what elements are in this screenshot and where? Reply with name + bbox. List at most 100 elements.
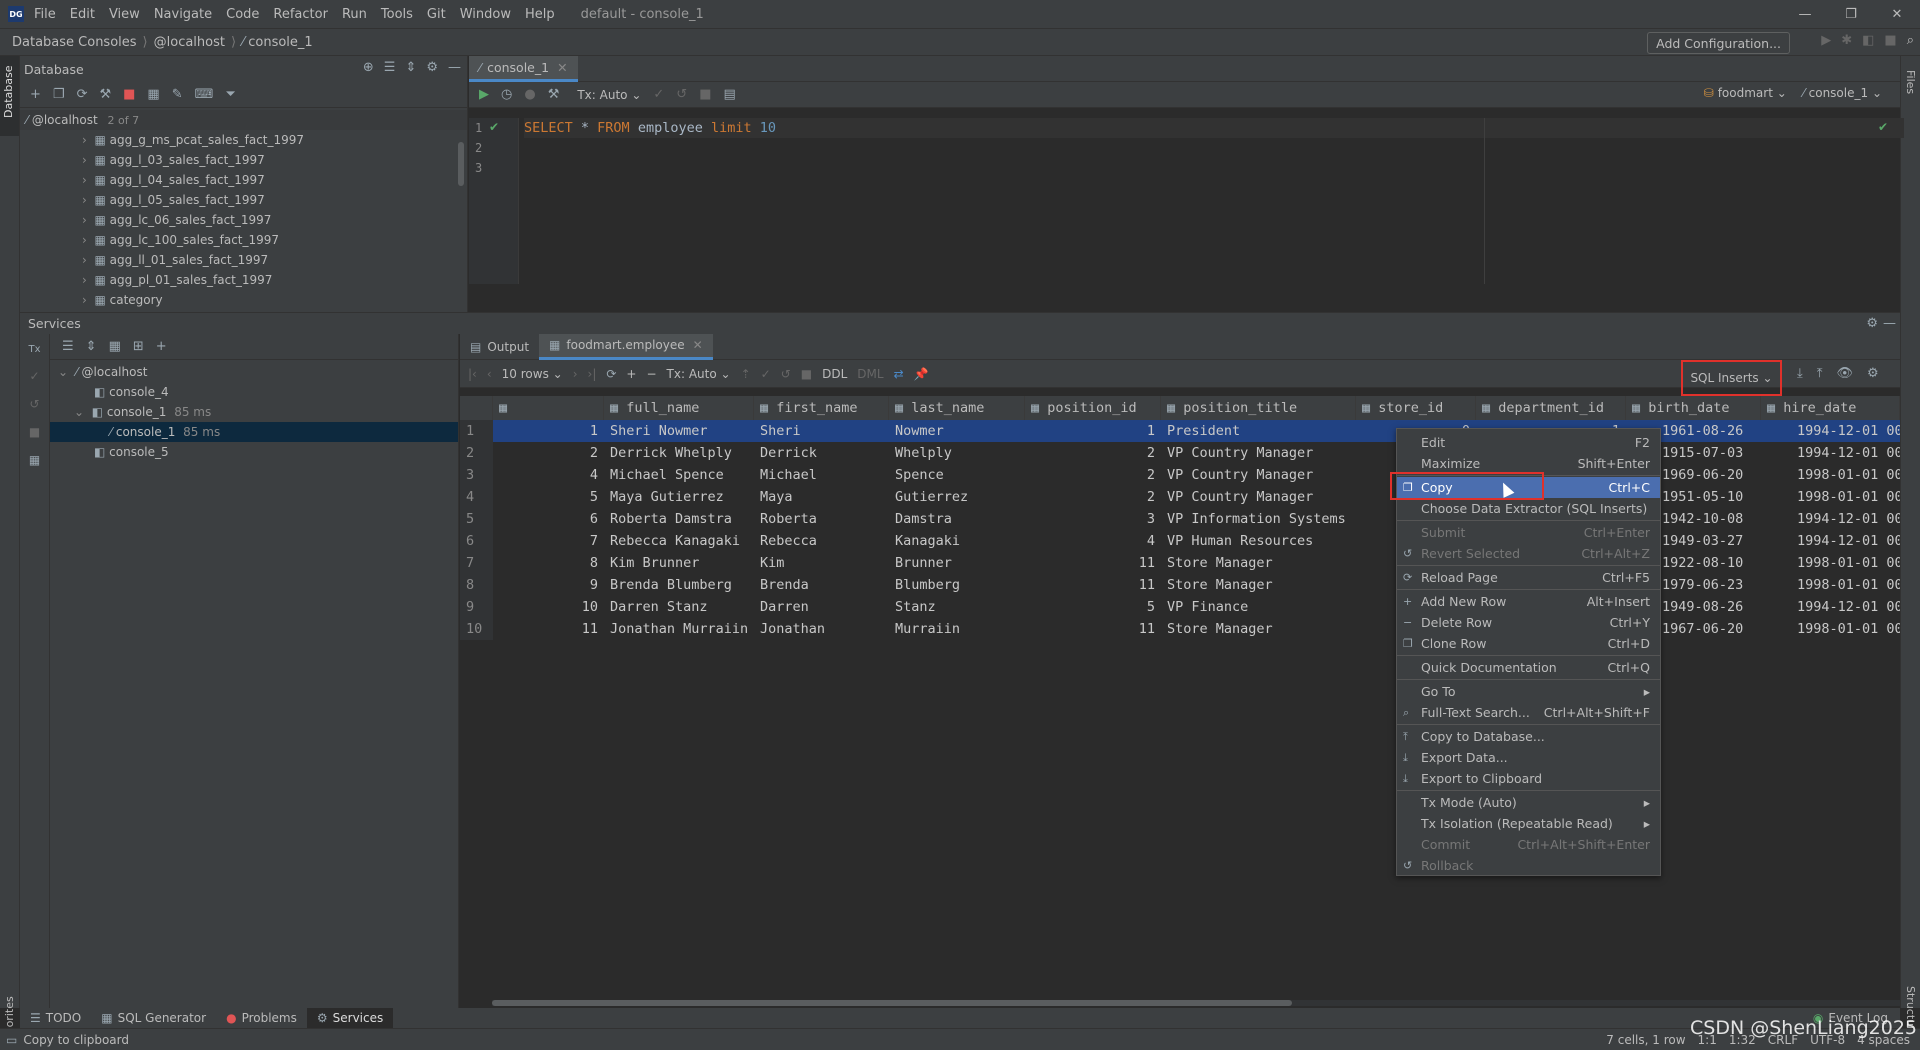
column-header-store-id[interactable]: ▦ store_id xyxy=(1356,396,1476,420)
add-service-icon[interactable]: + xyxy=(156,339,167,354)
close-icon[interactable]: ✕ xyxy=(1874,7,1920,22)
menu-item-delete-row[interactable]: − Delete Row Ctrl+Y xyxy=(1397,612,1660,633)
menu-git[interactable]: Git xyxy=(427,7,446,22)
column-header-last-name[interactable]: ▦ last_name xyxy=(889,396,1025,420)
menu-item-maximize[interactable]: Maximize Shift+Enter xyxy=(1397,453,1660,474)
schema-selector[interactable]: ⛁ foodmart ⌄ xyxy=(1704,86,1787,100)
refresh-icon[interactable]: ⟳ xyxy=(77,87,88,102)
stop-icon[interactable]: ■ xyxy=(29,425,40,439)
horizontal-scrollbar-thumb[interactable] xyxy=(492,1000,1292,1006)
target-icon[interactable]: ⊕ xyxy=(363,60,374,75)
minimize-icon[interactable]: — xyxy=(1782,7,1828,22)
group-icon[interactable]: ▦ xyxy=(109,339,121,354)
reload-icon[interactable]: ⟳ xyxy=(606,367,616,381)
close-tab-icon[interactable]: ✕ xyxy=(557,60,567,75)
collapse-all-icon[interactable]: ⇕ xyxy=(405,60,416,75)
menu-item-tx-isolation[interactable]: Tx Isolation (Repeatable Read) ▸ xyxy=(1397,813,1660,834)
tx-mode-dropdown[interactable]: Tx: Auto ⌄ xyxy=(667,367,731,381)
commit-icon[interactable]: ✓ xyxy=(761,367,771,381)
layout-icon[interactable]: ▦ xyxy=(29,453,40,467)
tab-problems[interactable]: ● Problems xyxy=(216,1008,307,1028)
menu-item-reload-page[interactable]: ⟳ Reload Page Ctrl+F5 xyxy=(1397,567,1660,588)
run-config-icon[interactable]: ▶ xyxy=(1821,33,1831,48)
export-icon[interactable]: ⤓ xyxy=(1797,366,1803,381)
page-size-dropdown[interactable]: 10 rows ⌄ xyxy=(502,367,563,381)
menu-item-tx-mode[interactable]: Tx Mode (Auto) ▸ xyxy=(1397,792,1660,813)
menu-item-commit[interactable]: Commit Ctrl+Alt+Shift+Enter xyxy=(1397,834,1660,855)
next-page-icon[interactable]: › xyxy=(573,367,578,381)
table-row[interactable]: 10 11 Jonathan Murraiin Jonathan Murraii… xyxy=(460,618,1900,640)
tree-scrollbar[interactable] xyxy=(458,142,464,186)
menu-item-export-data[interactable]: ⤓ Export Data... xyxy=(1397,747,1660,768)
tab-todo[interactable]: ☰ TODO xyxy=(20,1008,91,1028)
menu-refactor[interactable]: Refactor xyxy=(273,7,328,22)
tree-root-localhost[interactable]: ⁄ @localhost 2 of 7 xyxy=(20,110,467,130)
settings-icon[interactable]: ⚙ xyxy=(1867,366,1879,381)
stop-icon[interactable]: ■ xyxy=(123,87,135,102)
gear-icon[interactable]: ⚙ xyxy=(426,60,438,75)
search-icon[interactable]: ⌕ xyxy=(1907,33,1914,48)
tree-table[interactable]: › ▦ agg_l_05_sales_fact_1997 xyxy=(20,190,467,210)
prev-page-icon[interactable]: ‹ xyxy=(487,367,492,381)
breadcrumb-host[interactable]: @localhost xyxy=(154,35,225,50)
last-page-icon[interactable]: ›| xyxy=(588,367,597,381)
gear-icon[interactable]: ⚙ xyxy=(1866,316,1878,331)
tree-table[interactable]: › ▦ agg_l_03_sales_fact_1997 xyxy=(20,150,467,170)
menu-code[interactable]: Code xyxy=(226,7,259,22)
stop-icon[interactable]: ● xyxy=(524,87,535,102)
debug-icon[interactable]: ✱ xyxy=(1841,33,1852,48)
database-tool-tab[interactable]: Database xyxy=(2,66,15,119)
stop-icon[interactable]: ■ xyxy=(1884,33,1896,48)
column-header-first-name[interactable]: ▦ first_name xyxy=(754,396,889,420)
menu-item-add-new-row[interactable]: + Add New Row Alt+Insert xyxy=(1397,591,1660,612)
menu-item-go-to[interactable]: Go To ▸ xyxy=(1397,681,1660,702)
table-row[interactable]: 5 6 Roberta Damstra Roberta Damstra 3 VP… xyxy=(460,508,1900,530)
table-row[interactable]: 1 1 Sheri Nowmer Sheri Nowmer 1 Presiden… xyxy=(460,420,1900,442)
menu-item-full-text-search[interactable]: ⌕ Full-Text Search... Ctrl+Alt+Shift+F xyxy=(1397,702,1660,723)
tree-table[interactable]: › ▦ agg_lc_100_sales_fact_1997 xyxy=(20,230,467,250)
breadcrumb-consoles[interactable]: Database Consoles xyxy=(12,35,137,50)
tree-table[interactable]: › ▦ category xyxy=(20,290,467,310)
coverage-icon[interactable]: ◧ xyxy=(1862,33,1874,48)
files-tool-tab[interactable]: Files xyxy=(1904,70,1917,94)
menu-file[interactable]: File xyxy=(34,7,56,22)
service-session-selected[interactable]: ⁄ console_1 85 ms xyxy=(50,422,458,442)
column-header-full-name[interactable]: ▦ full_name xyxy=(604,396,754,420)
edit-icon[interactable]: ✎ xyxy=(172,87,183,102)
dml-button[interactable]: DML xyxy=(857,367,883,381)
cancel-icon[interactable]: ■ xyxy=(699,87,711,102)
output-icon[interactable]: ▤ xyxy=(723,87,735,102)
rollback-icon[interactable]: ↺ xyxy=(676,87,687,102)
add-datasource-icon[interactable]: + xyxy=(30,87,41,102)
submit-icon[interactable]: ⇡ xyxy=(741,367,751,381)
column-header-position-title[interactable]: ▦ position_title xyxy=(1161,396,1356,420)
menu-item-submit[interactable]: Submit Ctrl+Enter xyxy=(1397,522,1660,543)
ddl-button[interactable]: DDL xyxy=(822,367,847,381)
menu-edit[interactable]: Edit xyxy=(70,7,95,22)
tab-sql-generator[interactable]: ▦ SQL Generator xyxy=(91,1008,216,1028)
tx-mode-dropdown[interactable]: Tx: Auto ⌄ xyxy=(577,88,641,102)
menu-tools[interactable]: Tools xyxy=(381,7,413,22)
menu-item-quick-documentation[interactable]: Quick Documentation Ctrl+Q xyxy=(1397,657,1660,678)
import-icon[interactable]: ⤒ xyxy=(1817,366,1823,381)
pin-icon[interactable]: 📌 xyxy=(914,367,929,381)
add-configuration-button[interactable]: Add Configuration... xyxy=(1647,32,1790,54)
menu-item-export-to-clipboard[interactable]: ⤓ Export to Clipboard xyxy=(1397,768,1660,789)
menu-item-rollback[interactable]: ↺ Rollback xyxy=(1397,855,1660,876)
rollback-icon[interactable]: ↺ xyxy=(29,397,39,411)
menu-item-revert-selected[interactable]: ↺ Revert Selected Ctrl+Alt+Z xyxy=(1397,543,1660,564)
service-console[interactable]: ◧ console_4 xyxy=(50,382,458,402)
hide-icon[interactable]: — xyxy=(1883,316,1896,331)
commit-icon[interactable]: ✓ xyxy=(29,369,39,383)
tree-table[interactable]: › ▦ agg_pl_01_sales_fact_1997 xyxy=(20,270,467,290)
column-header-employee-id[interactable]: ▦ employee_id xyxy=(493,396,604,440)
restore-icon[interactable]: ❐ xyxy=(1828,7,1874,22)
column-header-position-id[interactable]: ▦ position_id xyxy=(1025,396,1161,420)
menu-window[interactable]: Window xyxy=(460,7,511,22)
tree-table[interactable]: › ▦ agg_l_04_sales_fact_1997 xyxy=(20,170,467,190)
service-console[interactable]: ◧ console_5 xyxy=(50,442,458,462)
commit-icon[interactable]: ✓ xyxy=(653,87,664,102)
breadcrumb-console[interactable]: console_1 xyxy=(248,35,312,50)
tree-table[interactable]: › ▦ agg_g_ms_pcat_sales_fact_1997 xyxy=(20,130,467,150)
menu-view[interactable]: View xyxy=(109,7,140,22)
